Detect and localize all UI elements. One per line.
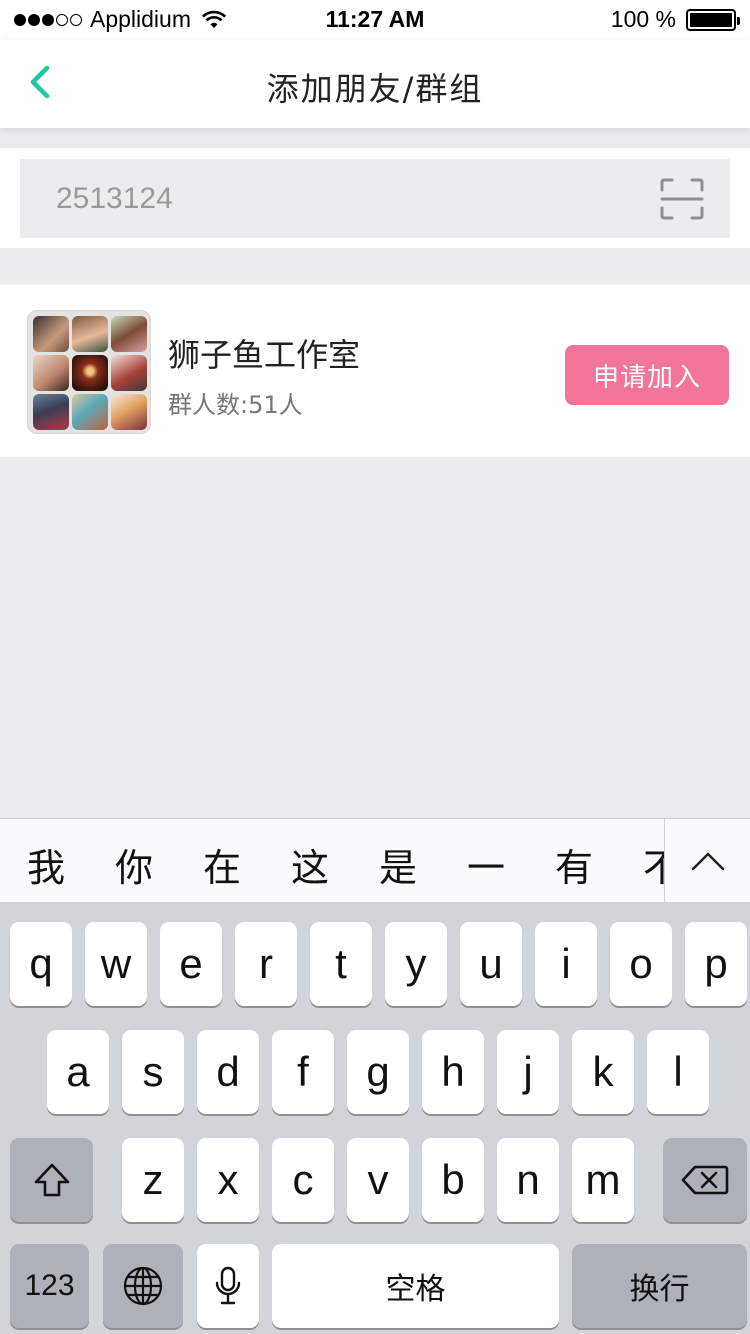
key[interactable]: f [272, 1030, 334, 1114]
join-group-button[interactable]: 申请加入 [565, 345, 729, 405]
avatar-tile [72, 394, 108, 430]
key[interactable]: s [122, 1030, 184, 1114]
key[interactable]: w [85, 922, 147, 1006]
keyboard: q w e r t y u i o p a s d f g h j k l z … [0, 902, 750, 1334]
scan-button[interactable] [660, 178, 704, 220]
globe-key[interactable] [103, 1244, 183, 1328]
shift-icon [34, 1163, 69, 1197]
group-avatar [27, 310, 151, 434]
return-key[interactable]: 换行 [572, 1244, 747, 1328]
member-count-label: 群人数: [168, 391, 249, 419]
status-right: 100 % [610, 6, 740, 33]
key[interactable]: l [647, 1030, 709, 1114]
scan-icon [660, 178, 704, 220]
navigation-bar: 添加朋友/群组 [0, 40, 750, 128]
backspace-icon [681, 1165, 729, 1195]
avatar-tile [33, 394, 69, 430]
candidate-item[interactable]: 一 [461, 837, 511, 892]
key[interactable]: n [497, 1138, 559, 1222]
avatar-tile [33, 316, 69, 352]
key[interactable]: u [460, 922, 522, 1006]
key[interactable]: j [497, 1030, 559, 1114]
key[interactable]: a [47, 1030, 109, 1114]
globe-icon [123, 1266, 163, 1306]
backspace-key[interactable] [663, 1138, 747, 1222]
microphone-key[interactable] [197, 1244, 259, 1328]
avatar-tile [111, 316, 147, 352]
avatar-tile [72, 355, 108, 391]
group-name: 狮子鱼工作室 [168, 336, 361, 374]
candidate-item[interactable]: 在 [197, 837, 247, 892]
key[interactable]: x [197, 1138, 259, 1222]
avatar-tile [111, 355, 147, 391]
key[interactable]: z [122, 1138, 184, 1222]
space-key[interactable]: 空格 [272, 1244, 559, 1328]
key[interactable]: p [685, 922, 747, 1006]
member-count-value: 51人 [248, 391, 303, 419]
key[interactable]: q [10, 922, 72, 1006]
key[interactable]: d [197, 1030, 259, 1114]
group-result-card[interactable]: 狮子鱼工作室 群人数: 51人 申请加入 [0, 285, 750, 457]
key[interactable]: o [610, 922, 672, 1006]
key[interactable]: c [272, 1138, 334, 1222]
key[interactable]: r [235, 922, 297, 1006]
search-input[interactable] [20, 159, 730, 238]
candidate-item[interactable]: 我 [21, 837, 71, 892]
battery-percent: 100 % [610, 6, 676, 32]
key[interactable]: v [347, 1138, 409, 1222]
search-section [0, 148, 750, 248]
key[interactable]: m [572, 1138, 634, 1222]
group-member-count: 群人数: 51人 [168, 385, 303, 420]
battery-icon [686, 8, 740, 31]
avatar-tile [111, 394, 147, 430]
candidate-item[interactable]: 有 [549, 837, 599, 892]
candidate-item[interactable]: 这 [285, 837, 335, 892]
key[interactable]: t [310, 922, 372, 1006]
avatar-tile [72, 316, 108, 352]
key[interactable]: i [535, 922, 597, 1006]
page-title: 添加朋友/群组 [266, 70, 484, 108]
key[interactable]: e [160, 922, 222, 1006]
key[interactable]: b [422, 1138, 484, 1222]
key[interactable]: y [385, 922, 447, 1006]
expand-candidates-button[interactable] [664, 819, 750, 903]
key[interactable]: k [572, 1030, 634, 1114]
ime-candidate-bar: 我 你 在 这 是 一 有 不 [0, 818, 750, 903]
candidate-item[interactable]: 是 [373, 837, 423, 892]
candidate-item[interactable]: 不 [637, 837, 665, 892]
avatar-tile [33, 355, 69, 391]
key[interactable]: g [347, 1030, 409, 1114]
numbers-key[interactable]: 123 [10, 1244, 89, 1328]
candidate-item[interactable]: 你 [109, 837, 159, 892]
status-bar: Applidium 11:27 AM 100 % [0, 0, 750, 40]
shift-key[interactable] [10, 1138, 93, 1222]
chevron-up-icon [691, 852, 724, 871]
candidate-list: 我 你 在 这 是 一 有 不 [0, 819, 665, 903]
key[interactable]: h [422, 1030, 484, 1114]
microphone-icon [215, 1266, 241, 1305]
